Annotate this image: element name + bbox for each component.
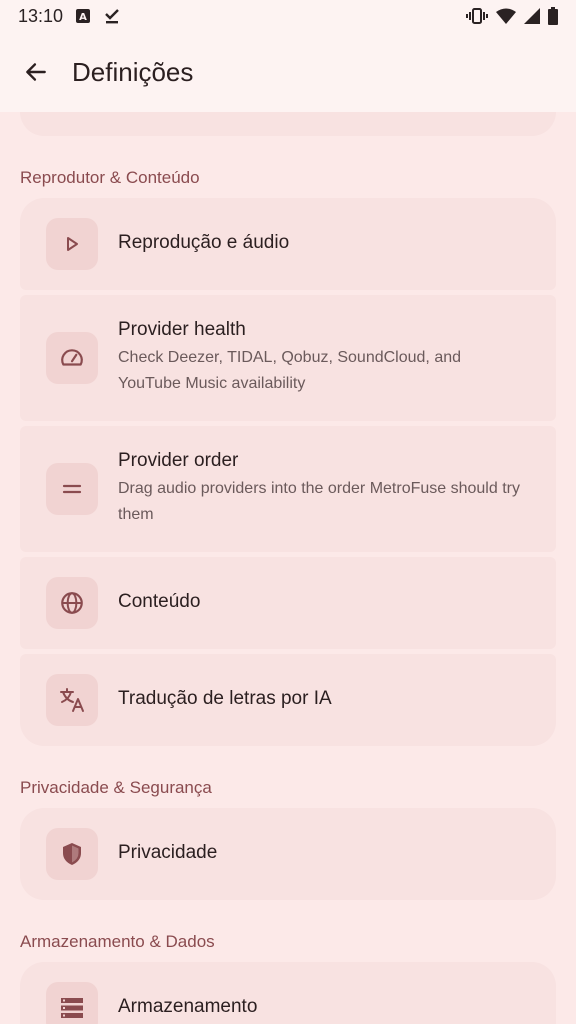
settings-item-subtitle: Drag audio providers into the order Metr…: [118, 480, 520, 523]
keyboard-notification-icon: A: [75, 8, 91, 24]
settings-item-content[interactable]: Conteúdo: [20, 557, 556, 649]
settings-item-title: Privacidade: [118, 842, 218, 863]
battery-icon: [548, 7, 558, 25]
section-header-player-content: Reprodutor & Conteúdo: [20, 168, 200, 187]
settings-item-privacy[interactable]: Privacidade: [20, 808, 556, 900]
status-bar: 13:10 A: [0, 0, 576, 32]
svg-text:A: A: [79, 12, 87, 23]
settings-item-provider-order[interactable]: Provider order Drag audio providers into…: [20, 426, 556, 552]
wifi-icon: [496, 8, 516, 24]
settings-item-storage[interactable]: Armazenamento: [20, 962, 556, 1024]
top-app-bar: Definições: [0, 32, 576, 112]
storage-icon: [61, 998, 83, 1018]
play-icon: [67, 237, 78, 251]
previous-card-bottom: [20, 112, 556, 136]
settings-list[interactable]: Reprodutor & Conteúdo Reprodução e áudio…: [0, 112, 576, 1024]
page-title: Definições: [72, 56, 194, 87]
status-time: 13:10: [18, 5, 64, 26]
shield-icon: [63, 843, 81, 865]
settings-item-title: Provider order: [118, 450, 239, 471]
settings-item-lyrics-translation[interactable]: Tradução de letras por IA: [20, 654, 556, 746]
settings-item-title: Provider health: [118, 319, 246, 340]
settings-item-provider-health[interactable]: Provider health Check Deezer, TIDAL, Qob…: [20, 295, 556, 421]
settings-item-title: Tradução de letras por IA: [118, 688, 332, 709]
section-header-storage-data: Armazenamento & Dados: [20, 932, 215, 951]
speedometer-icon: [61, 349, 83, 366]
drag-handle-icon: [62, 484, 82, 494]
settings-item-subtitle: Check Deezer, TIDAL, Qobuz, SoundCloud, …: [118, 349, 462, 392]
arrow-back-icon: [26, 63, 46, 81]
vibrate-icon: [466, 7, 488, 25]
settings-item-playback-audio[interactable]: Reprodução e áudio: [20, 198, 556, 290]
globe-icon: [61, 592, 83, 614]
translate-icon: [60, 688, 84, 712]
back-button[interactable]: [16, 52, 56, 92]
download-done-icon: [103, 7, 121, 25]
section-header-privacy-security: Privacidade & Segurança: [20, 778, 212, 797]
settings-item-title: Armazenamento: [118, 996, 258, 1017]
settings-item-title: Reprodução e áudio: [118, 232, 290, 253]
cell-signal-icon: [524, 8, 540, 24]
settings-item-title: Conteúdo: [118, 591, 201, 612]
